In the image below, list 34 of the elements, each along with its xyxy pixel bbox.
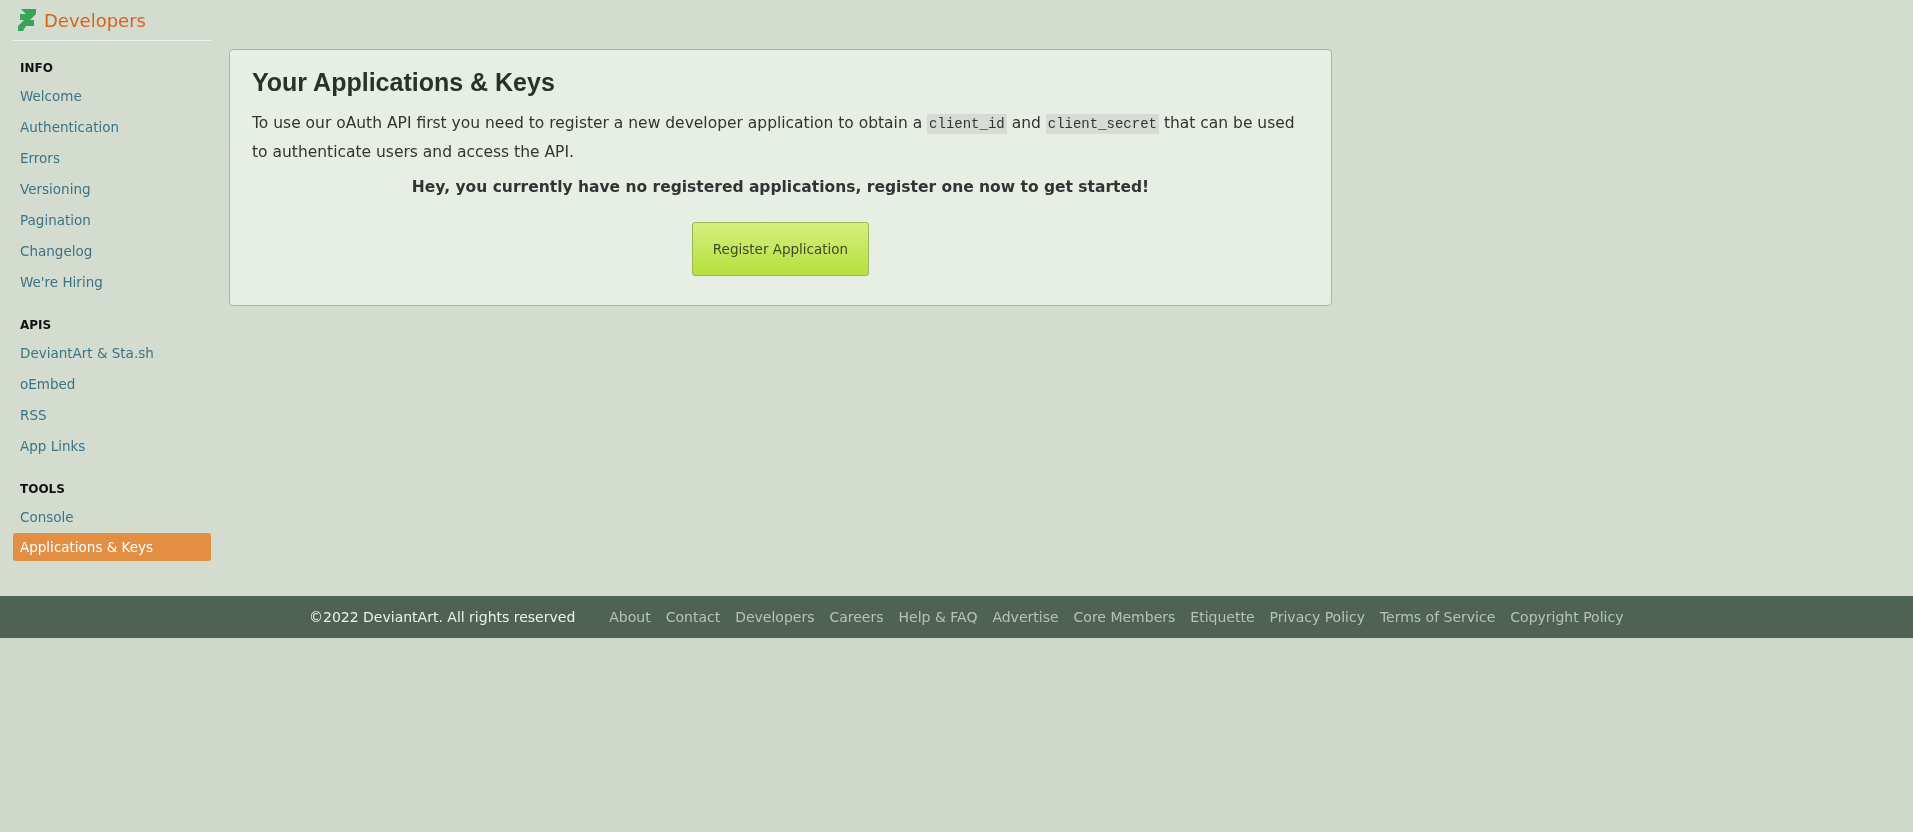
sidebar-heading: INFO <box>19 61 54 77</box>
footer-link[interactable]: Help & FAQ <box>898 609 978 625</box>
sidebar-item[interactable]: DeviantArt & Sta.sh <box>13 338 211 369</box>
footer-link[interactable]: Etiquette <box>1190 609 1255 625</box>
sidebar-item[interactable]: Welcome <box>13 81 211 112</box>
sidebar-heading: APIS <box>19 318 53 334</box>
sidebar-item[interactable]: Pagination <box>13 205 211 236</box>
footer-link[interactable]: Terms of Service <box>1379 609 1496 625</box>
sidebar-item[interactable]: Console <box>13 502 211 533</box>
footer-link[interactable]: Core Members <box>1073 609 1176 625</box>
sidebar-item[interactable]: Authentication <box>13 112 211 143</box>
intro-paragraph: To use our oAuth API first you need to register a new developer application to obtain a client_id and client_secret that can be used to authenticate users and access the API. <box>252 113 1296 163</box>
sidebar-item[interactable]: Applications & Keys <box>13 533 211 561</box>
footer-link[interactable]: Privacy Policy <box>1269 609 1365 625</box>
sidebar-item[interactable]: Versioning <box>13 174 211 205</box>
copyright-text: ©2022 DeviantArt. All rights reserved <box>309 609 576 625</box>
page-title: Your Applications & Keys <box>252 68 556 97</box>
register-application-button[interactable]: Register Application <box>692 222 869 276</box>
sidebar-item[interactable]: App Links <box>13 431 211 462</box>
sidebar-item[interactable]: Errors <box>13 143 211 174</box>
logo-icon[interactable] <box>18 9 36 31</box>
sidebar-item[interactable]: RSS <box>13 400 211 431</box>
footer-link[interactable]: Copyright Policy <box>1510 609 1624 625</box>
sidebar-item[interactable]: We're Hiring <box>13 267 211 298</box>
notice-text: Hey, you currently have no registered applications, register one now to get started! <box>410 178 1151 196</box>
sidebar-heading: TOOLS <box>19 482 66 498</box>
sidebar-item[interactable]: Changelog <box>13 236 211 267</box>
footer-link[interactable]: Contact <box>665 609 721 625</box>
footer-link[interactable]: Careers <box>829 609 884 625</box>
footer-link[interactable]: Developers <box>735 609 815 625</box>
footer-link[interactable]: About <box>609 609 651 625</box>
site-title[interactable]: Developers <box>44 9 146 31</box>
sidebar-item[interactable]: oEmbed <box>13 369 211 400</box>
footer-link[interactable]: Advertise <box>992 609 1059 625</box>
